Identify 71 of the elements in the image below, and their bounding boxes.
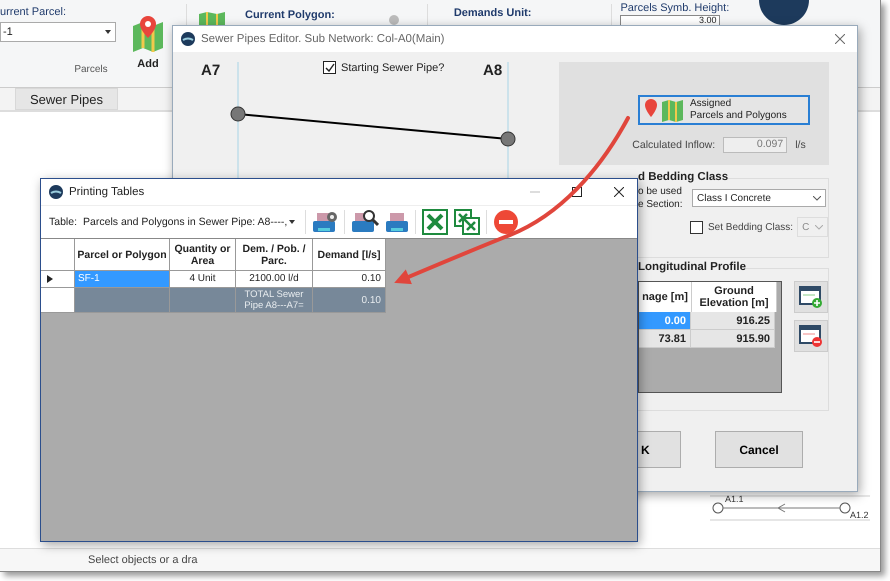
symbol-height-field[interactable]: 3.00 [620, 15, 720, 25]
node-label: A1.2 [850, 510, 869, 520]
check-icon [324, 62, 334, 72]
column-header: nage [m] [639, 282, 692, 312]
table-cell: 0.10 [313, 271, 386, 288]
table-cell: 2100.00 l/d [236, 271, 313, 288]
section-dropdown[interactable]: Class I Concrete [692, 189, 826, 207]
status-text: Select objects or a dra [88, 554, 198, 566]
print-preview-icon [351, 209, 380, 235]
table-cell: SF-1 [75, 271, 170, 288]
table-cell: 4 Unit [170, 271, 236, 288]
caret-icon [289, 220, 296, 224]
column-header: Ground Elevation [m] [692, 282, 777, 312]
ok-button[interactable]: K [638, 431, 681, 468]
demands-unit-label: Demands Unit: [454, 7, 532, 19]
column-header: Parcel or Polygon [75, 239, 170, 271]
maximize-icon[interactable] [572, 187, 582, 197]
spreadsheet-icon [422, 209, 448, 235]
starting-pipe-checkbox[interactable]: Starting Sewer Pipe? [323, 61, 444, 74]
symbol-height-label: Parcels Symb. Height: [620, 2, 730, 14]
group-title: d Bedding Class [638, 171, 728, 183]
window-title: Printing Tables [69, 186, 146, 198]
map-pin-icon [131, 14, 165, 54]
remove-row-button[interactable] [794, 320, 828, 352]
add-button[interactable]: Add [130, 14, 166, 70]
current-parcel-dropdown[interactable]: -1 [0, 22, 116, 42]
column-header: Dem. / Pob. / Parc. [236, 239, 313, 271]
table-cell: 0.10 [313, 288, 386, 313]
current-parcel-label: urrent Parcel: [0, 6, 68, 18]
group-label: Parcels [74, 64, 108, 75]
set-bedding-checkbox[interactable]: Set Bedding Class: [690, 220, 794, 234]
table-cell: 916.25 [691, 312, 775, 330]
map-icon[interactable] [197, 10, 227, 25]
remove-icon [493, 209, 520, 235]
row-header[interactable] [41, 271, 75, 288]
caret-icon [105, 30, 111, 34]
column-header: Quantity or Area [170, 239, 236, 271]
app-icon [49, 185, 63, 199]
radar-icon [759, 0, 810, 26]
table-remove-icon [799, 325, 823, 347]
close-icon[interactable] [614, 187, 624, 197]
node-label: A7 [201, 62, 220, 79]
inflow-field: 0.097 [723, 137, 788, 153]
node-label: A8 [483, 62, 502, 79]
section-label: o be used e Section: [638, 185, 684, 211]
printer-settings-icon [312, 209, 338, 235]
app-icon [181, 32, 195, 46]
group-title: Longitudinal Profile [638, 261, 746, 273]
ribbon-tab[interactable]: Sewer Pipes [15, 88, 118, 110]
current-polygon-label: Current Polygon: [245, 9, 335, 21]
unit-label: l/s [795, 139, 806, 151]
window-title: Sewer Pipes Editor. Sub Network: Col-A0(Main) [201, 33, 446, 45]
inflow-label: Calculated Inflow: [632, 139, 716, 151]
spreadsheet-export-icon [454, 209, 480, 235]
table-cell: 73.81 [639, 330, 691, 348]
current-row-icon [47, 275, 53, 283]
table-label: Table: [49, 216, 78, 228]
cancel-button[interactable]: Cancel [715, 431, 803, 468]
table-cell: 915.90 [691, 330, 775, 348]
map-pin-icon [644, 98, 684, 122]
table-cell: 0.00 [639, 312, 691, 330]
chevron-icon [815, 224, 823, 230]
column-header: Demand [l/s] [313, 239, 386, 271]
assigned-parcels-button[interactable]: Assigned Parcels and Polygons [638, 95, 810, 125]
chevron-icon [813, 196, 821, 200]
node-label: A1.1 [725, 494, 744, 504]
table-cell: TOTAL Sewer Pipe A8---A7= [236, 288, 313, 313]
table-add-icon [799, 286, 823, 308]
add-row-button[interactable] [794, 281, 828, 313]
table-cell [170, 288, 236, 313]
table-dropdown[interactable]: Parcels and Polygons in Sewer Pipe: A8----, [83, 212, 300, 232]
